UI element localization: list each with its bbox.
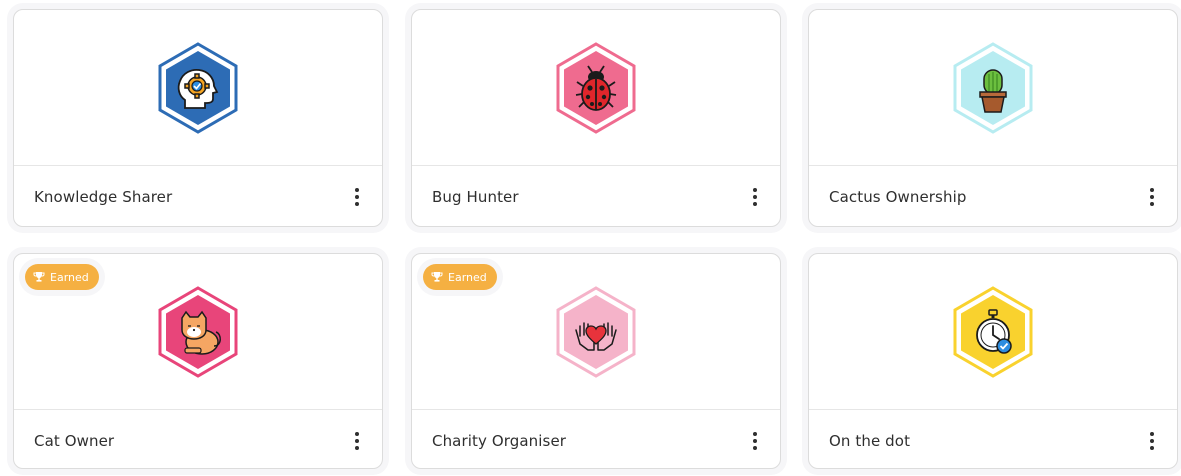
badge-title: Charity Organiser (432, 432, 567, 450)
earned-label: Earned (50, 270, 89, 284)
more-options-icon[interactable] (348, 429, 366, 453)
cactus-icon (947, 42, 1039, 134)
badge-title: On the dot (829, 432, 911, 450)
badge-footer: Cactus Ownership (809, 166, 1177, 226)
badge-hero (14, 10, 382, 166)
badge-card-bug-hunter[interactable]: Bug Hunter (411, 9, 781, 227)
ladybug-icon (550, 42, 642, 134)
badge-card-on-the-dot[interactable]: On the dot (808, 253, 1178, 469)
badge-hero (809, 254, 1177, 410)
badge-card-cat-owner[interactable]: Earned Cat Owner (13, 253, 383, 469)
heart-hands-icon (550, 286, 642, 378)
badge-title: Cactus Ownership (829, 188, 967, 206)
badge-card-charity-organiser[interactable]: Earned Charity Organiser (411, 253, 781, 469)
badge-hero (412, 10, 780, 166)
earned-label: Earned (448, 270, 487, 284)
stopwatch-icon (947, 286, 1039, 378)
head-gear-icon (152, 42, 244, 134)
badge-footer: On the dot (809, 410, 1177, 468)
badge-hero (809, 10, 1177, 166)
badge-footer: Bug Hunter (412, 166, 780, 226)
badge-footer: Knowledge Sharer (14, 166, 382, 226)
badge-title: Knowledge Sharer (34, 188, 173, 206)
more-options-icon[interactable] (746, 429, 764, 453)
earned-badge: Earned (25, 264, 99, 290)
badge-title: Bug Hunter (432, 188, 519, 206)
badge-hero: Earned (14, 254, 382, 410)
more-options-icon[interactable] (1143, 185, 1161, 209)
more-options-icon[interactable] (746, 185, 764, 209)
badge-footer: Charity Organiser (412, 410, 780, 468)
more-options-icon[interactable] (1143, 429, 1161, 453)
trophy-icon (33, 272, 45, 282)
badge-card-cactus-ownership[interactable]: Cactus Ownership (808, 9, 1178, 227)
more-options-icon[interactable] (348, 185, 366, 209)
badge-grid: Knowledge Sharer Bug Hunter Cactus Owner… (0, 0, 1181, 476)
badge-hero: Earned (412, 254, 780, 410)
cat-icon (152, 286, 244, 378)
badge-title: Cat Owner (34, 432, 115, 450)
earned-badge: Earned (423, 264, 497, 290)
badge-card-knowledge-sharer[interactable]: Knowledge Sharer (13, 9, 383, 227)
badge-footer: Cat Owner (14, 410, 382, 468)
trophy-icon (431, 272, 443, 282)
